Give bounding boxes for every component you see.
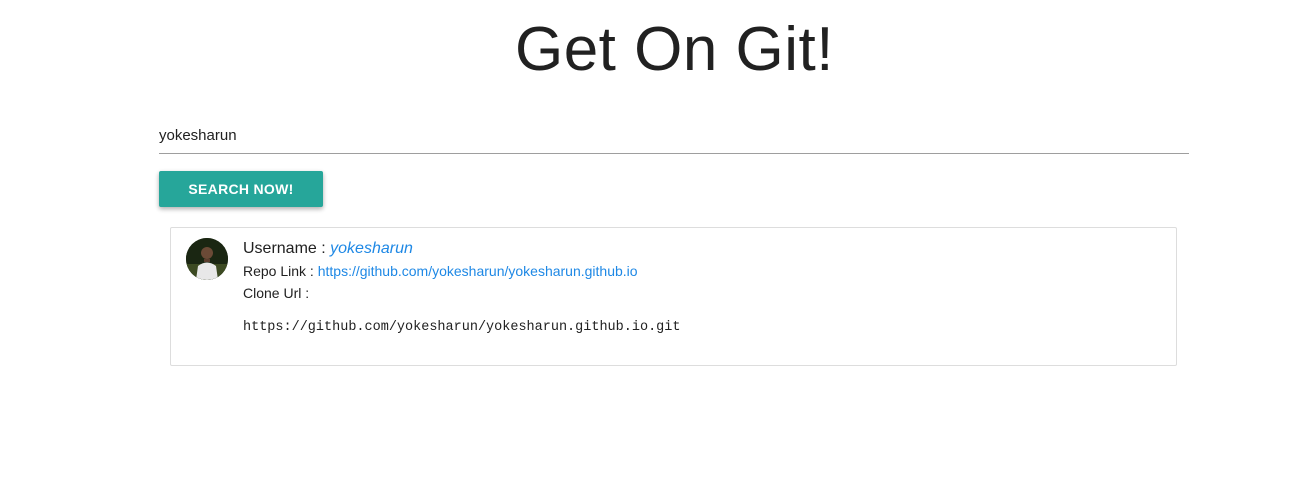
avatar-image bbox=[186, 238, 228, 280]
result-info: Username : yokesharun Repo Link : https:… bbox=[243, 238, 638, 304]
search-button[interactable]: SEARCH NOW! bbox=[159, 171, 323, 207]
username-row: Username : yokesharun bbox=[243, 238, 638, 260]
clone-row: Clone Url : bbox=[243, 282, 638, 304]
avatar bbox=[186, 238, 228, 280]
search-input[interactable] bbox=[159, 118, 1189, 154]
clone-url: https://github.com/yokesharun/yokesharun… bbox=[243, 320, 681, 335]
repo-row: Repo Link : https://github.com/yokesharu… bbox=[243, 260, 638, 282]
username-link[interactable]: yokesharun bbox=[330, 240, 413, 257]
repo-link[interactable]: https://github.com/yokesharun/yokesharun… bbox=[318, 263, 638, 279]
page-title: Get On Git! bbox=[514, 15, 835, 84]
clone-label: Clone Url : bbox=[243, 285, 310, 301]
username-label: Username : bbox=[243, 240, 326, 257]
result-card: Username : yokesharun Repo Link : https:… bbox=[170, 227, 1177, 366]
repo-label: Repo Link : bbox=[243, 263, 314, 279]
